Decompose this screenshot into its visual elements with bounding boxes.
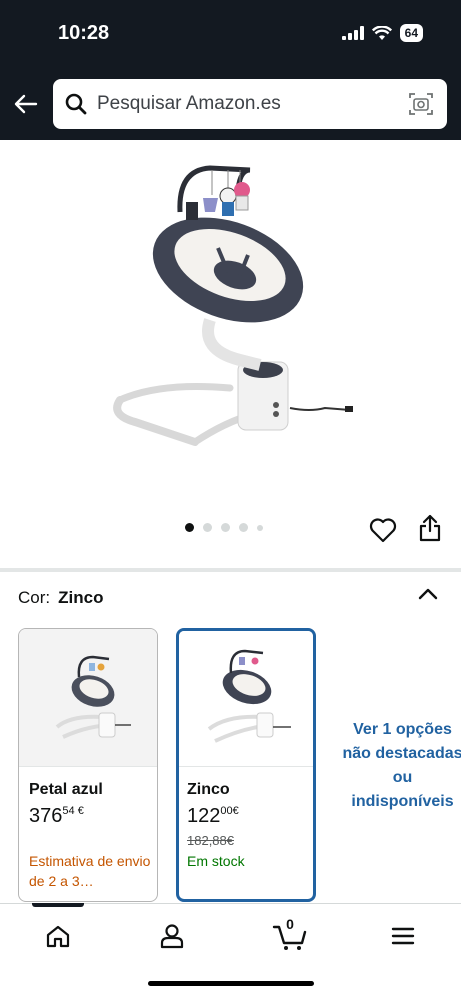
carousel-dots — [185, 523, 263, 532]
active-tab-indicator — [32, 903, 84, 907]
status-time: 10:28 — [58, 22, 110, 44]
signal-icon — [341, 26, 364, 40]
variant-name: Zinco — [187, 781, 230, 798]
price-whole: 376 — [29, 805, 63, 827]
carousel-dot[interactable] — [239, 523, 248, 532]
wifi-icon — [371, 25, 392, 40]
color-value: Zinco — [58, 588, 104, 607]
top-header: 10:28 64 — [0, 0, 461, 140]
search-icon — [63, 91, 89, 117]
price-fraction: 00 — [220, 805, 233, 817]
variant-card-zinco[interactable]: Zinco 12200€ 182,88€ Em stock — [176, 628, 316, 902]
camera-search-icon[interactable] — [407, 90, 435, 118]
account-icon[interactable] — [152, 918, 192, 954]
product-image[interactable] — [100, 150, 370, 460]
back-arrow-icon[interactable] — [12, 90, 40, 118]
price-currency: € — [77, 805, 84, 817]
variant-price: 12200€ — [187, 805, 239, 828]
carousel-dot[interactable] — [185, 523, 194, 532]
variant-card-petal-azul[interactable]: Petal azul 37654 € Estimativa de envio d… — [18, 628, 158, 902]
color-label: Cor: — [18, 588, 51, 607]
home-icon[interactable] — [38, 918, 78, 954]
price-whole: 122 — [187, 805, 221, 827]
more-options-link[interactable]: Ver 1 opções não destacadas ou indisponí… — [340, 718, 461, 814]
shipping-estimate: Estimativa de envio de 2 a 3… — [29, 853, 151, 889]
heart-icon[interactable] — [369, 517, 397, 543]
old-price: 182,88€ — [187, 833, 234, 848]
status-icons: 64 — [341, 24, 423, 42]
price-currency: € — [232, 805, 239, 817]
variant-image — [19, 629, 157, 767]
cart-count-badge: 0 — [286, 916, 294, 932]
stock-status: Em stock — [187, 853, 245, 869]
variant-price: 37654 € — [29, 805, 84, 828]
chevron-up-icon[interactable] — [417, 586, 439, 602]
search-bar[interactable] — [53, 79, 447, 129]
menu-icon[interactable] — [383, 918, 423, 954]
section-divider — [0, 568, 461, 572]
price-fraction: 54 — [62, 805, 75, 817]
search-input[interactable] — [97, 93, 387, 115]
variant-image — [179, 631, 313, 767]
carousel-dot[interactable] — [257, 524, 263, 531]
color-selector-header[interactable]: Cor: Zinco — [18, 588, 103, 608]
carousel-dot[interactable] — [203, 523, 212, 532]
cart-icon[interactable]: 0 — [270, 916, 310, 954]
variant-name: Petal azul — [29, 781, 103, 798]
battery-indicator: 64 — [399, 24, 423, 42]
carousel-dot[interactable] — [221, 523, 230, 532]
home-indicator — [148, 981, 314, 986]
share-icon[interactable] — [418, 513, 442, 543]
